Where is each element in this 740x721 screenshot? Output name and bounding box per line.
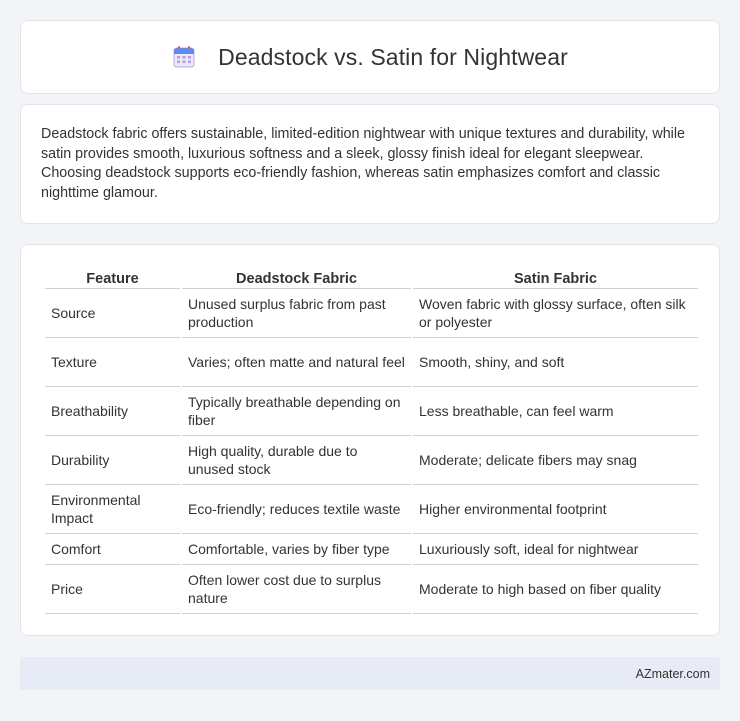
cell-satin: Smooth, shiny, and soft	[413, 338, 698, 387]
cell-feature: Breathability	[45, 387, 180, 436]
header-satin: Satin Fabric	[413, 265, 698, 289]
header-feature: Feature	[45, 265, 180, 289]
table-row: Source Unused surplus fabric from past p…	[45, 289, 698, 338]
cell-deadstock: High quality, durable due to unused stoc…	[182, 436, 411, 485]
cell-deadstock: Comfortable, varies by fiber type	[182, 534, 411, 565]
cell-feature: Durability	[45, 436, 180, 485]
table-row: Texture Varies; often matte and natural …	[45, 338, 698, 387]
table-row: Durability High quality, durable due to …	[45, 436, 698, 485]
table-row: Comfort Comfortable, varies by fiber typ…	[45, 534, 698, 565]
cell-feature: Price	[45, 565, 180, 614]
cell-satin: Moderate to high based on fiber quality	[413, 565, 698, 614]
cell-feature: Comfort	[45, 534, 180, 565]
cell-satin: Woven fabric with glossy surface, often …	[413, 289, 698, 338]
table-row: Environmental Impact Eco-friendly; reduc…	[45, 485, 698, 534]
cell-deadstock: Eco-friendly; reduces textile waste	[182, 485, 411, 534]
footer-bar: AZmater.com	[20, 657, 720, 690]
cell-satin: Less breathable, can feel warm	[413, 387, 698, 436]
table-card: Feature Deadstock Fabric Satin Fabric So…	[20, 244, 720, 636]
table-row: Price Often lower cost due to surplus na…	[45, 565, 698, 614]
cell-satin: Higher environmental footprint	[413, 485, 698, 534]
cell-deadstock: Unused surplus fabric from past producti…	[182, 289, 411, 338]
table-header-row: Feature Deadstock Fabric Satin Fabric	[45, 265, 698, 289]
cell-satin: Luxuriously soft, ideal for nightwear	[413, 534, 698, 565]
intro-card: Deadstock fabric offers sustainable, lim…	[20, 104, 720, 224]
cell-satin: Moderate; delicate fibers may snag	[413, 436, 698, 485]
comparison-table: Feature Deadstock Fabric Satin Fabric So…	[43, 265, 700, 614]
cell-deadstock: Varies; often matte and natural feel	[182, 338, 411, 387]
cell-deadstock: Typically breathable depending on fiber	[182, 387, 411, 436]
footer-text: AZmater.com	[635, 666, 710, 681]
cell-feature: Environmental Impact	[45, 485, 180, 534]
cell-deadstock: Often lower cost due to surplus nature	[182, 565, 411, 614]
header-card: Deadstock vs. Satin for Nightwear	[20, 20, 720, 94]
calendar-icon	[172, 45, 196, 69]
intro-text: Deadstock fabric offers sustainable, lim…	[41, 126, 685, 201]
header-deadstock: Deadstock Fabric	[182, 265, 411, 289]
cell-feature: Source	[45, 289, 180, 338]
table-row: Breathability Typically breathable depen…	[45, 387, 698, 436]
cell-feature: Texture	[45, 338, 180, 387]
title-wrap: Deadstock vs. Satin for Nightwear	[172, 44, 568, 71]
page-title: Deadstock vs. Satin for Nightwear	[218, 43, 568, 70]
